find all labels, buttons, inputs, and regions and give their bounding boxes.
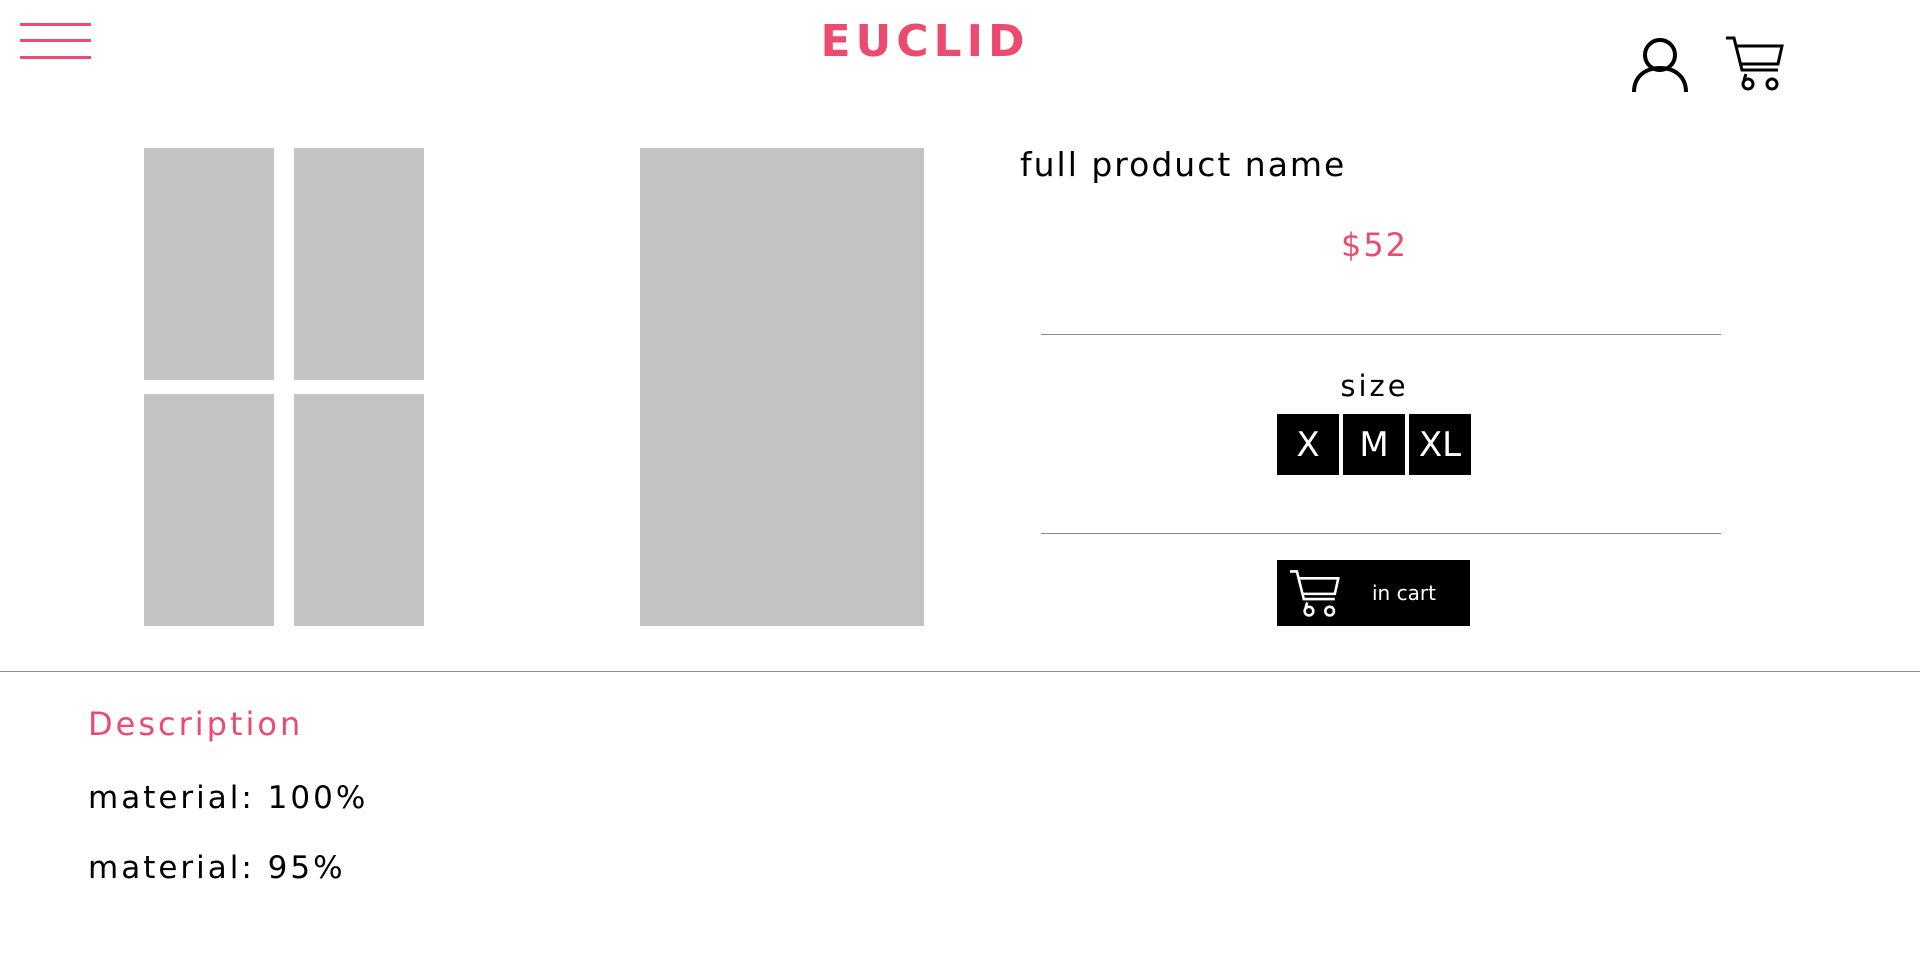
size-option-x[interactable]: X — [1277, 414, 1339, 475]
product-price: $52 — [1340, 226, 1409, 264]
divider — [1041, 334, 1721, 335]
product-thumbnail[interactable] — [144, 394, 274, 626]
shopping-cart-icon — [1287, 568, 1343, 618]
user-icon[interactable] — [1630, 34, 1690, 94]
product-name: full product name — [1020, 145, 1347, 184]
description-title: Description — [88, 705, 304, 743]
size-option-m[interactable]: M — [1343, 414, 1405, 475]
product-thumbnail[interactable] — [294, 394, 424, 626]
description-line: material: 100% — [88, 780, 369, 816]
add-to-cart-label: in cart — [1372, 581, 1436, 605]
product-thumbnail[interactable] — [144, 148, 274, 380]
shopping-cart-icon[interactable] — [1724, 34, 1786, 92]
product-thumbnail[interactable] — [294, 148, 424, 380]
add-to-cart-button[interactable]: in cart — [1277, 560, 1470, 626]
section-divider — [0, 671, 1920, 672]
product-main-image — [640, 148, 924, 626]
description-line: material: 95% — [88, 850, 346, 886]
divider — [1041, 533, 1721, 534]
product-page: EUCLID full product name $52 size X M XL — [0, 0, 1920, 968]
size-label: size — [1340, 369, 1409, 403]
size-option-xl[interactable]: XL — [1409, 414, 1471, 475]
brand-logo[interactable]: EUCLID — [0, 16, 1850, 67]
